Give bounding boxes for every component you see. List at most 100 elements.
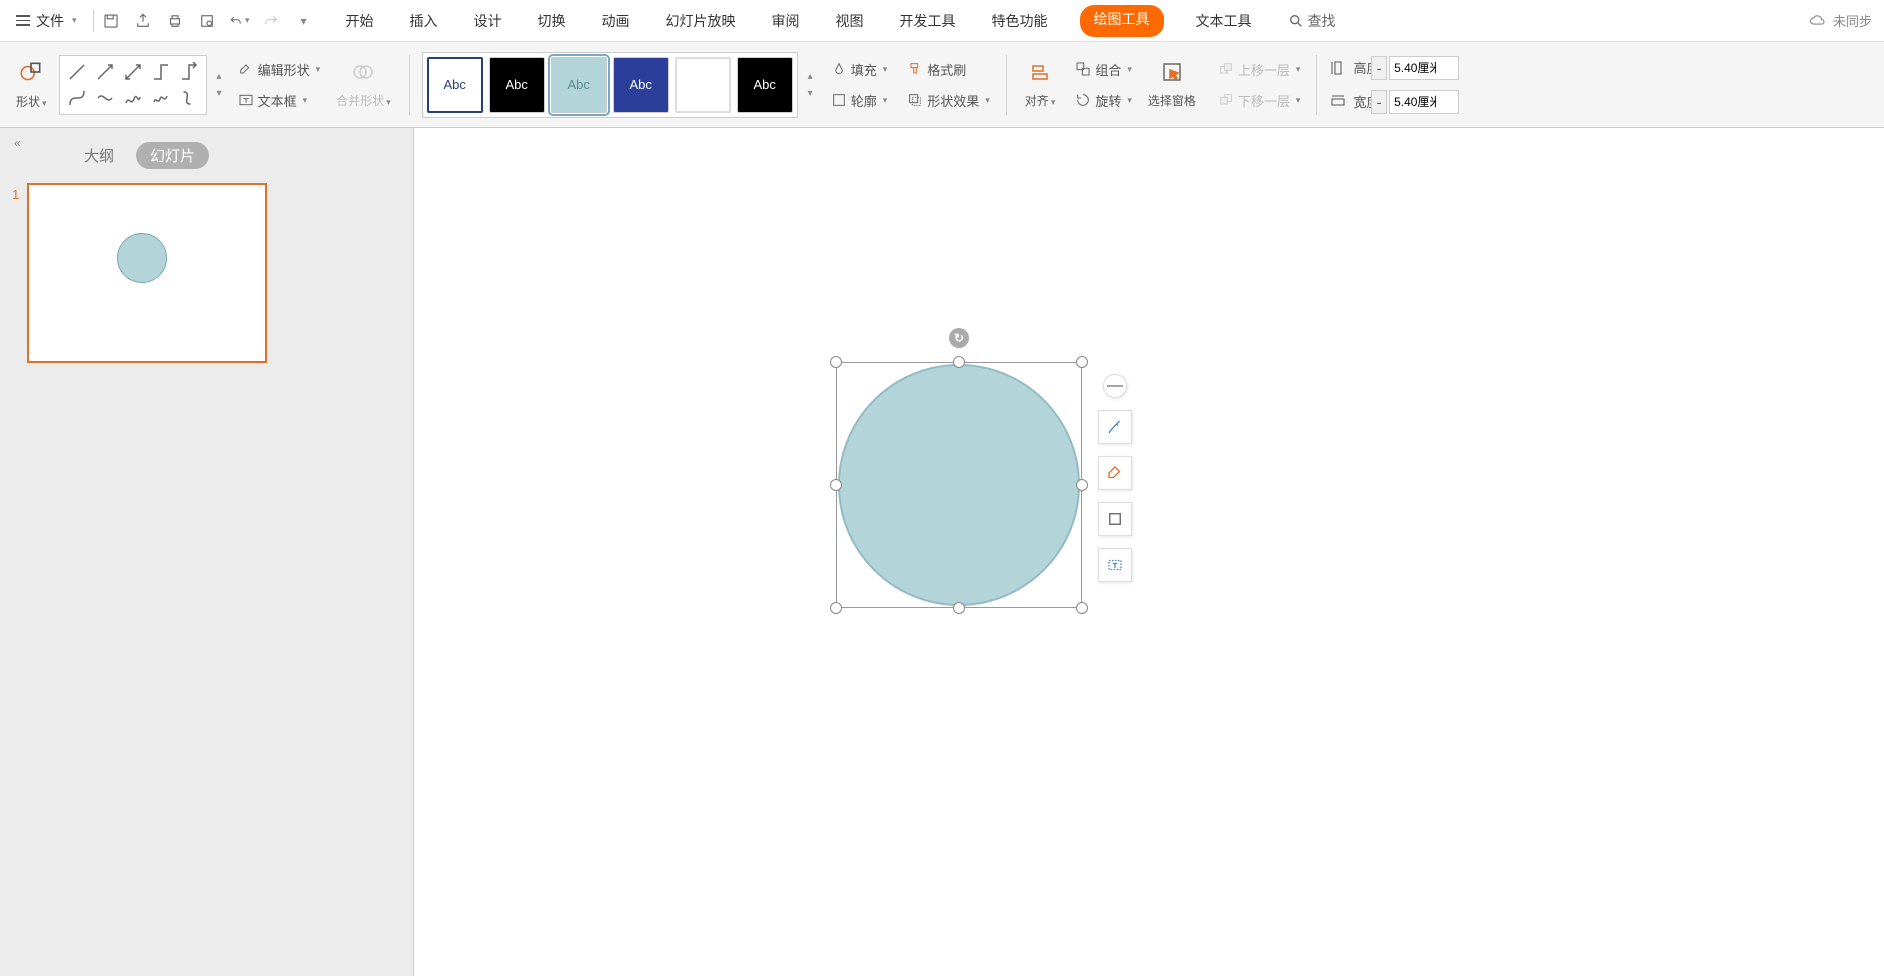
outline-tab[interactable]: 大纲 — [84, 145, 114, 166]
main-area: « 大纲 幻灯片 1 — [0, 128, 1884, 976]
line-icon[interactable] — [64, 60, 90, 84]
selection-pane-button[interactable]: 选择窗格 — [1142, 56, 1202, 113]
sync-status[interactable]: 未同步 — [1809, 11, 1872, 30]
slide-panel: « 大纲 幻灯片 1 — [0, 128, 414, 976]
shape-effects-button[interactable]: 形状效果▾ — [903, 88, 994, 113]
slide-thumbnail-1[interactable] — [27, 183, 267, 363]
outline-button[interactable]: 轮廓▾ — [827, 88, 892, 113]
tab-transition[interactable]: 切换 — [534, 5, 570, 37]
elbow-icon[interactable] — [148, 60, 174, 84]
curve-icon[interactable] — [64, 86, 90, 110]
height-input[interactable] — [1389, 56, 1459, 80]
circle-shape[interactable] — [838, 364, 1080, 606]
resize-handle-bm[interactable] — [953, 602, 965, 614]
outline-float-icon[interactable] — [1098, 502, 1132, 536]
floating-toolbar: — — [1098, 374, 1132, 582]
shape-style-gallery[interactable]: Abc Abc Abc Abc Abc — [422, 52, 798, 118]
divider — [93, 10, 94, 32]
save-icon[interactable] — [100, 10, 122, 32]
shapes-icon — [18, 59, 44, 91]
resize-handle-tl[interactable] — [830, 356, 842, 368]
tab-start[interactable]: 开始 — [342, 5, 378, 37]
height-spinner[interactable]: - — [1371, 56, 1387, 80]
sidebar-tabs: 大纲 幻灯片 — [12, 138, 401, 183]
text-float-icon[interactable] — [1098, 548, 1132, 582]
resize-handle-bl[interactable] — [830, 602, 842, 614]
width-icon — [1329, 93, 1347, 111]
file-menu[interactable]: 文件 ▾ — [12, 11, 87, 31]
gallery-down-icon[interactable]: ▾ — [217, 88, 222, 99]
format-painter-button[interactable]: 格式刷 — [903, 57, 994, 82]
export-icon[interactable] — [132, 10, 154, 32]
width-spinner[interactable]: - — [1371, 90, 1387, 114]
bring-forward-button[interactable]: 上移一层▾ — [1214, 57, 1305, 82]
align-button[interactable]: 对齐▾ — [1019, 56, 1062, 113]
freeform-icon[interactable] — [120, 86, 146, 110]
style-4[interactable]: Abc — [613, 57, 669, 113]
tab-view[interactable]: 视图 — [832, 5, 868, 37]
width-input[interactable] — [1389, 90, 1459, 114]
slide-canvas-area[interactable]: — — [418, 132, 1884, 976]
shapes-button[interactable]: 形状▾ — [10, 55, 53, 114]
arrow-line-icon[interactable] — [92, 60, 118, 84]
rotate-button[interactable]: 旋转▾ — [1071, 88, 1136, 113]
send-backward-button[interactable]: 下移一层▾ — [1214, 88, 1305, 113]
tab-review[interactable]: 审阅 — [768, 5, 804, 37]
tab-design[interactable]: 设计 — [470, 5, 506, 37]
selected-shape-container[interactable] — [836, 362, 1082, 608]
height-icon — [1329, 59, 1347, 77]
rotate-handle[interactable] — [949, 328, 969, 348]
width-field: 宽度: - — [1329, 90, 1459, 114]
edit-shape-button[interactable]: 编辑形状▾ — [234, 57, 325, 82]
resize-handle-tr[interactable] — [1076, 356, 1088, 368]
line-shapes-gallery[interactable] — [59, 55, 207, 115]
resize-handle-mr[interactable] — [1076, 479, 1088, 491]
resize-handle-br[interactable] — [1076, 602, 1088, 614]
tab-animation[interactable]: 动画 — [598, 5, 634, 37]
double-arrow-icon[interactable] — [120, 60, 146, 84]
group-button[interactable]: 组合▾ — [1071, 57, 1136, 82]
slide-tab[interactable]: 幻灯片 — [136, 142, 209, 169]
hamburger-icon — [16, 15, 30, 26]
tab-drawing-tools[interactable]: 绘图工具 — [1080, 5, 1164, 37]
slide-canvas[interactable]: — — [418, 132, 1884, 976]
style-up-icon[interactable]: ▴ — [808, 71, 813, 82]
resize-handle-ml[interactable] — [830, 479, 842, 491]
separator — [1006, 55, 1007, 115]
thumbnail-circle-shape — [117, 233, 167, 283]
collapse-float-icon[interactable]: — — [1103, 374, 1127, 398]
fill-float-icon[interactable] — [1098, 456, 1132, 490]
cloud-icon — [1809, 12, 1827, 30]
resize-handle-tm[interactable] — [953, 356, 965, 368]
elbow-arrow-icon[interactable] — [176, 60, 202, 84]
merge-shapes-button[interactable]: 合并形状▾ — [330, 56, 397, 113]
gallery-up-icon[interactable]: ▴ — [217, 71, 222, 82]
scribble-icon[interactable] — [148, 86, 174, 110]
text-box-button[interactable]: 文本框▾ — [234, 88, 325, 113]
align-icon — [1028, 60, 1052, 90]
collapse-icon[interactable]: « — [14, 136, 21, 150]
tab-insert[interactable]: 插入 — [406, 5, 442, 37]
style-1[interactable]: Abc — [427, 57, 483, 113]
brush-float-icon[interactable] — [1098, 410, 1132, 444]
search-button[interactable]: 查找 — [1284, 5, 1340, 37]
style-down-icon[interactable]: ▾ — [808, 88, 813, 99]
separator — [1316, 55, 1317, 115]
tab-featured[interactable]: 特色功能 — [988, 5, 1052, 37]
style-6[interactable]: Abc — [737, 57, 793, 113]
slide-thumbnail-row: 1 — [12, 183, 401, 363]
tab-developer[interactable]: 开发工具 — [896, 5, 960, 37]
tab-slideshow[interactable]: 幻灯片放映 — [662, 5, 740, 37]
print-preview-icon[interactable] — [196, 10, 218, 32]
style-3[interactable]: Abc — [551, 57, 607, 113]
undo-icon[interactable]: ▾ — [228, 10, 250, 32]
redo-icon[interactable] — [260, 10, 282, 32]
print-icon[interactable] — [164, 10, 186, 32]
s-curve-icon[interactable] — [176, 86, 202, 110]
style-5[interactable] — [675, 57, 731, 113]
style-2[interactable]: Abc — [489, 57, 545, 113]
more-icon[interactable]: ▾ — [292, 10, 314, 32]
fill-button[interactable]: 填充▾ — [827, 57, 892, 82]
tab-text-tools[interactable]: 文本工具 — [1192, 5, 1256, 37]
curve2-icon[interactable] — [92, 86, 118, 110]
